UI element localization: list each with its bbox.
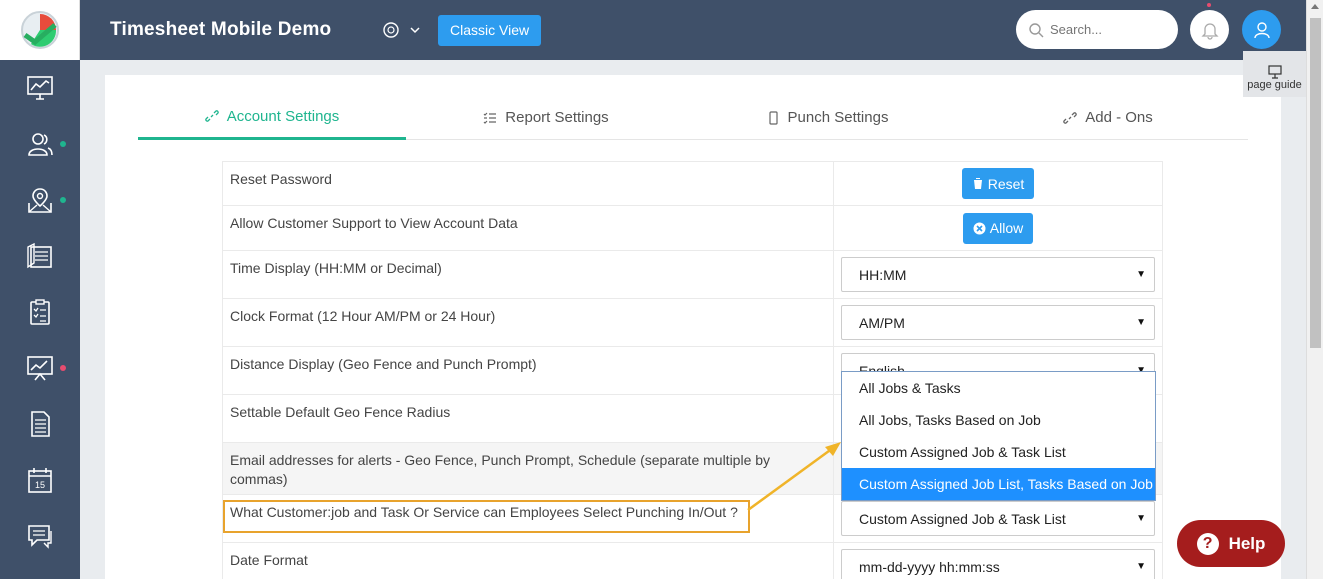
caret-down-icon: ▼ (1136, 561, 1146, 572)
page-guide-label: page guide (1247, 79, 1302, 91)
setting-label: Allow Customer Support to View Account D… (223, 206, 834, 250)
caret-down-icon: ▼ (1136, 269, 1146, 280)
sidebar: 15 (0, 0, 80, 579)
dropdown-option-selected[interactable]: Custom Assigned Job List, Tasks Based on… (842, 468, 1155, 500)
reset-button-label: Reset (987, 175, 1025, 192)
status-dot (60, 141, 66, 147)
sidebar-item-messages[interactable] (0, 508, 80, 564)
mobile-icon (768, 110, 778, 125)
job-task-dropdown-list: All Jobs & Tasks All Jobs, Tasks Based o… (841, 371, 1156, 501)
status-dot (60, 365, 66, 371)
search-icon (1029, 22, 1044, 37)
classic-view-button[interactable]: Classic View (438, 14, 542, 46)
top-bar: Timesheet Mobile Demo Classic View (80, 0, 1306, 60)
annotation-arrow-icon (747, 442, 841, 512)
setting-label: Time Display (HH:MM or Decimal) (223, 251, 834, 298)
setting-label: Distance Display (Geo Fence and Punch Pr… (223, 347, 834, 394)
select-value: mm-dd-yyyy hh:mm:ss (859, 558, 1000, 575)
user-icon (1253, 21, 1270, 38)
logo-icon (20, 11, 59, 49)
reset-button[interactable]: Reset (961, 168, 1035, 199)
setting-label: Clock Format (12 Hour AM/PM or 24 Hour) (223, 299, 834, 346)
list-check-icon (483, 112, 497, 124)
money-icon (383, 22, 399, 38)
sidebar-item-timesheets[interactable] (0, 228, 80, 284)
search-box[interactable] (1016, 10, 1178, 49)
scroll-thumb[interactable] (1310, 18, 1321, 348)
app-logo[interactable] (0, 0, 80, 60)
tab-punch-settings[interactable]: Punch Settings (686, 95, 968, 140)
select-value: Custom Assigned Job & Task List (859, 510, 1066, 527)
currency-selector[interactable] (382, 21, 420, 39)
help-button[interactable]: ? Help (1177, 520, 1285, 567)
document-icon (31, 411, 50, 437)
sidebar-item-documents[interactable] (0, 396, 80, 452)
users-icon (28, 133, 53, 156)
tab-label: Add - Ons (1085, 109, 1153, 126)
sidebar-item-map[interactable] (0, 172, 80, 228)
tab-account-settings[interactable]: Account Settings (138, 95, 406, 140)
help-label: Help (1228, 533, 1266, 553)
setting-row-clock-format: Clock Format (12 Hour AM/PM or 24 Hour) … (222, 299, 1163, 347)
tab-label: Report Settings (505, 109, 609, 126)
setting-row-reset-password: Reset Password Reset (222, 161, 1163, 206)
chevron-down-icon (410, 27, 420, 34)
dropdown-option[interactable]: All Jobs & Tasks (842, 372, 1155, 404)
vertical-scrollbar[interactable] (1306, 0, 1323, 579)
sidebar-item-employees[interactable] (0, 116, 80, 172)
job-task-select[interactable]: Custom Assigned Job & Task List ▼ (841, 501, 1155, 536)
notebook-icon (27, 242, 52, 269)
chat-icon (28, 525, 52, 549)
calendar-icon: 15 (28, 468, 52, 493)
search-input[interactable] (1050, 22, 1160, 37)
link-icon (1063, 111, 1078, 124)
allow-button-label: Allow (989, 220, 1024, 236)
sidebar-item-dashboard[interactable] (0, 60, 80, 116)
bell-icon (1200, 22, 1219, 40)
trash-icon (972, 178, 983, 189)
tab-add-ons[interactable]: Add - Ons (968, 95, 1248, 140)
question-icon: ? (1196, 532, 1219, 555)
setting-row-time-display: Time Display (HH:MM or Decimal) HH:MM ▼ (222, 251, 1163, 299)
caret-down-icon: ▼ (1136, 513, 1146, 524)
setting-row-allow-support: Allow Customer Support to View Account D… (222, 206, 1163, 251)
tab-report-settings[interactable]: Report Settings (406, 95, 686, 140)
monitor-chart-icon (27, 76, 53, 100)
svg-text:15: 15 (35, 480, 45, 490)
setting-label: Date Format (223, 543, 834, 579)
clipboard-list-icon (30, 299, 50, 325)
user-menu-button[interactable] (1242, 10, 1281, 49)
settings-tabs: Account Settings Report Settings Punch S… (138, 95, 1248, 140)
time-display-select[interactable]: HH:MM ▼ (841, 257, 1155, 292)
setting-label: Settable Default Geo Fence Radius (223, 395, 834, 442)
setting-label: Email addresses for alerts - Geo Fence, … (223, 443, 834, 494)
sidebar-item-reports[interactable] (0, 340, 80, 396)
presentation-icon (1267, 65, 1282, 79)
dropdown-option[interactable]: Custom Assigned Job & Task List (842, 436, 1155, 468)
scroll-up-arrow[interactable] (1311, 4, 1319, 9)
caret-down-icon: ▼ (1136, 317, 1146, 328)
setting-label: Reset Password (223, 162, 834, 205)
close-circle-icon (973, 222, 986, 234)
dropdown-option[interactable]: All Jobs, Tasks Based on Job (842, 404, 1155, 436)
sidebar-item-tasks[interactable] (0, 284, 80, 340)
select-value: HH:MM (859, 266, 907, 283)
notification-dot (1207, 3, 1211, 7)
app-title: Timesheet Mobile Demo (110, 19, 332, 40)
annotation-highlight-box (223, 500, 750, 533)
tab-label: Account Settings (226, 107, 340, 125)
clock-format-select[interactable]: AM/PM ▼ (841, 305, 1155, 340)
presentation-chart-icon (27, 356, 53, 381)
select-value: AM/PM (859, 314, 905, 331)
date-format-select[interactable]: mm-dd-yyyy hh:mm:ss ▼ (841, 549, 1155, 579)
link-icon (204, 110, 219, 122)
notifications-button[interactable] (1190, 10, 1229, 49)
map-pin-icon (28, 188, 52, 213)
status-dot (60, 197, 66, 203)
setting-row-date-format: Date Format mm-dd-yyyy hh:mm:ss ▼ (222, 543, 1163, 579)
allow-button[interactable]: Allow (962, 212, 1034, 244)
page-guide-button[interactable]: page guide (1243, 51, 1306, 97)
sidebar-item-schedule[interactable]: 15 (0, 452, 80, 508)
tab-label: Punch Settings (787, 109, 889, 126)
